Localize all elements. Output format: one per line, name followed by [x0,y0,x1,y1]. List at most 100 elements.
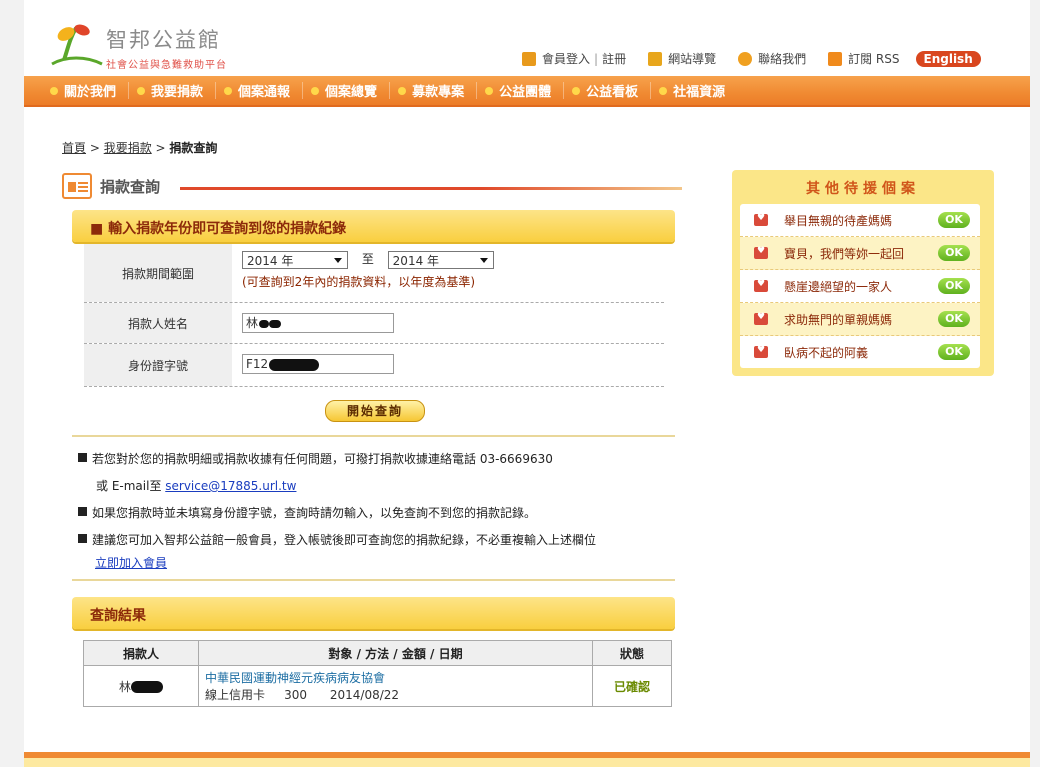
org-name[interactable]: 中華民國運動神經元疾病病友協會 [205,669,586,686]
main-nav: 關於我們 我要捐款 個案通報 個案總覽 募款專案 公益團體 公益看板 社福資源 [24,76,1030,107]
link-separator: | [594,51,599,66]
list-item[interactable]: 懸崖邊絕望的一家人OK [740,270,980,303]
id-number-input[interactable]: F12 [242,354,394,374]
divider [72,435,675,437]
member-icon [522,51,536,66]
ok-button[interactable]: OK [938,278,970,294]
to-year-select[interactable]: 2014 年 [387,250,494,269]
list-item[interactable]: 舉目無親的待產媽媽OK [740,204,980,237]
nav-bullet-icon [311,86,320,95]
top-links: 會員登入 | 註冊 網站導覽 聯絡我們 訂閱 RSS English [522,50,981,67]
site-name: 智邦公益館 [106,28,221,52]
result-bar-text: 查詢結果 [90,608,146,624]
nav-item-fundraising[interactable]: 募款專案 [398,82,478,100]
list-item[interactable]: 寶貝，我們等妳一起回OK [740,237,980,270]
nav-item-donate[interactable]: 我要捐款 [137,82,217,100]
sitemap-link-group[interactable]: 網站導覽 [648,50,716,67]
nav-item-board[interactable]: 公益看板 [572,82,652,100]
donor-name-input[interactable]: 林 [242,313,394,333]
result-table: 捐款人 對象 / 方法 / 金額 / 日期 狀態 林 中華民國運動神經元疾病病友… [83,640,672,707]
ok-button[interactable]: OK [938,245,970,261]
column-header: 對象 / 方法 / 金額 / 日期 [198,640,593,666]
note-item: 建議您可加入智邦公益館一般會員，登入帳號後即可查詢您的捐款紀錄，不必重複輸入上述… [78,531,596,548]
site-subtitle: 社會公益與急難救助平台 [106,60,227,71]
query-bar: ■ 輸入捐款年份即可查詢到您的捐款紀錄 [72,210,675,242]
submit-query-button[interactable]: 開始查詢 [325,400,425,422]
title-underline [180,187,682,190]
table-row: 林 中華民國運動神經元疾病病友協會 線上信用卡 300 2014/08/22 已… [83,665,672,707]
note-item: 如果您捐款時並未填寫身份證字號，查詢時請勿輸入，以免查詢不到您的捐款記錄。 [78,504,596,521]
id-value: F12 [232,344,664,386]
period-label: 捐款期間範圍 [84,244,232,302]
nav-bullet-icon [485,86,494,95]
contact-link[interactable]: 聯絡我們 [758,50,806,67]
nav-bullet-icon [572,86,581,95]
nav-bullet-icon [137,86,146,95]
id-label: 身份證字號 [84,344,232,386]
breadcrumb: 首頁 > 我要捐款 > 捐款查詢 [62,141,218,155]
result-bar: 查詢結果 [72,597,675,629]
note-item: 若您對於您的捐款明細或捐款收據有任何問題，可撥打捐款收據連絡電話 03-6669… [78,450,596,494]
nav-bullet-icon [50,86,58,95]
heart-icon [754,279,768,292]
ok-button[interactable]: OK [938,311,970,327]
donation-detail: 線上信用卡 300 2014/08/22 [205,688,400,702]
ok-button[interactable]: OK [938,212,970,228]
sitemap-link[interactable]: 網站導覽 [668,50,716,67]
name-row: 捐款人姓名 林 [84,303,664,344]
breadcrumb-home[interactable]: 首頁 [62,141,86,155]
heart-icon [754,213,768,226]
member-login-link[interactable]: 會員登入 [542,50,590,67]
period-row: 捐款期間範圍 2014 年 至 2014 年 (可查詢到2年內的捐款資料，以年度… [84,244,664,303]
member-link-group: 會員登入 | 註冊 [522,50,626,67]
to-text: 至 [361,252,374,266]
column-header: 捐款人 [83,640,199,666]
breadcrumb-current: 捐款查詢 [169,141,218,155]
period-hint: (可查詢到2年內的捐款資料，以年度為基準) [242,274,475,289]
nav-item-resources[interactable]: 社福資源 [659,82,737,100]
redaction-mark [269,319,282,328]
redaction-mark [259,319,270,328]
redaction-mark [131,681,163,693]
english-button[interactable]: English [915,50,981,67]
query-bar-text: ■ 輸入捐款年份即可查詢到您的捐款紀錄 [90,221,347,237]
donor-cell: 林 [83,665,199,707]
divider [72,579,675,581]
query-form: 捐款期間範圍 2014 年 至 2014 年 (可查詢到2年內的捐款資料，以年度… [84,244,664,387]
heart-icon [754,246,768,259]
breadcrumb-donate[interactable]: 我要捐款 [104,141,152,155]
contact-icon [738,51,753,66]
from-year-select[interactable]: 2014 年 [242,250,348,269]
list-item[interactable]: 臥病不起的阿義OK [740,336,980,368]
rss-link[interactable]: 訂閱 RSS [848,50,899,67]
contact-link-group[interactable]: 聯絡我們 [738,50,806,67]
table-header-row: 捐款人 對象 / 方法 / 金額 / 日期 狀態 [83,640,672,666]
list-item[interactable]: 求助無門的單親媽媽OK [740,303,980,336]
ok-button[interactable]: OK [938,344,970,360]
redaction-mark [269,358,320,371]
bullet-square-icon [78,534,87,543]
rss-link-group[interactable]: 訂閱 RSS [828,50,900,67]
rss-icon [828,51,843,66]
heart-icon [754,312,768,325]
notes: 若您對於您的捐款明細或捐款收據有任何問題，可撥打捐款收據連絡電話 03-6669… [78,450,596,571]
nav-item-cases[interactable]: 個案總覽 [311,82,391,100]
heart-icon [754,345,768,358]
page: 智邦公益館 社會公益與急難救助平台 會員登入 | 註冊 網站導覽 聯絡我們 訂閱… [24,0,1030,767]
status-badge: 已確認 [592,665,672,707]
column-header: 狀態 [592,640,672,666]
nav-item-report[interactable]: 個案通報 [224,82,304,100]
service-email-link[interactable]: service@17885.url.tw [165,479,296,493]
id-row: 身份證字號 F12 [84,344,664,387]
other-cases-title: 其他待援個案 [806,181,920,197]
nav-bullet-icon [224,86,233,95]
brand[interactable]: 智邦公益館 社會公益與急難救助平台 [106,24,227,71]
nav-item-groups[interactable]: 公益團體 [485,82,565,100]
nav-item-about[interactable]: 關於我們 [50,82,130,100]
bullet-square-icon [78,507,87,516]
nav-bullet-icon [398,86,407,95]
join-member-link[interactable]: 立即加入會員 [95,554,596,571]
register-link[interactable]: 註冊 [602,50,626,67]
nav-bullet-icon [659,86,668,95]
detail-cell: 中華民國運動神經元疾病病友協會 線上信用卡 300 2014/08/22 [198,665,593,707]
